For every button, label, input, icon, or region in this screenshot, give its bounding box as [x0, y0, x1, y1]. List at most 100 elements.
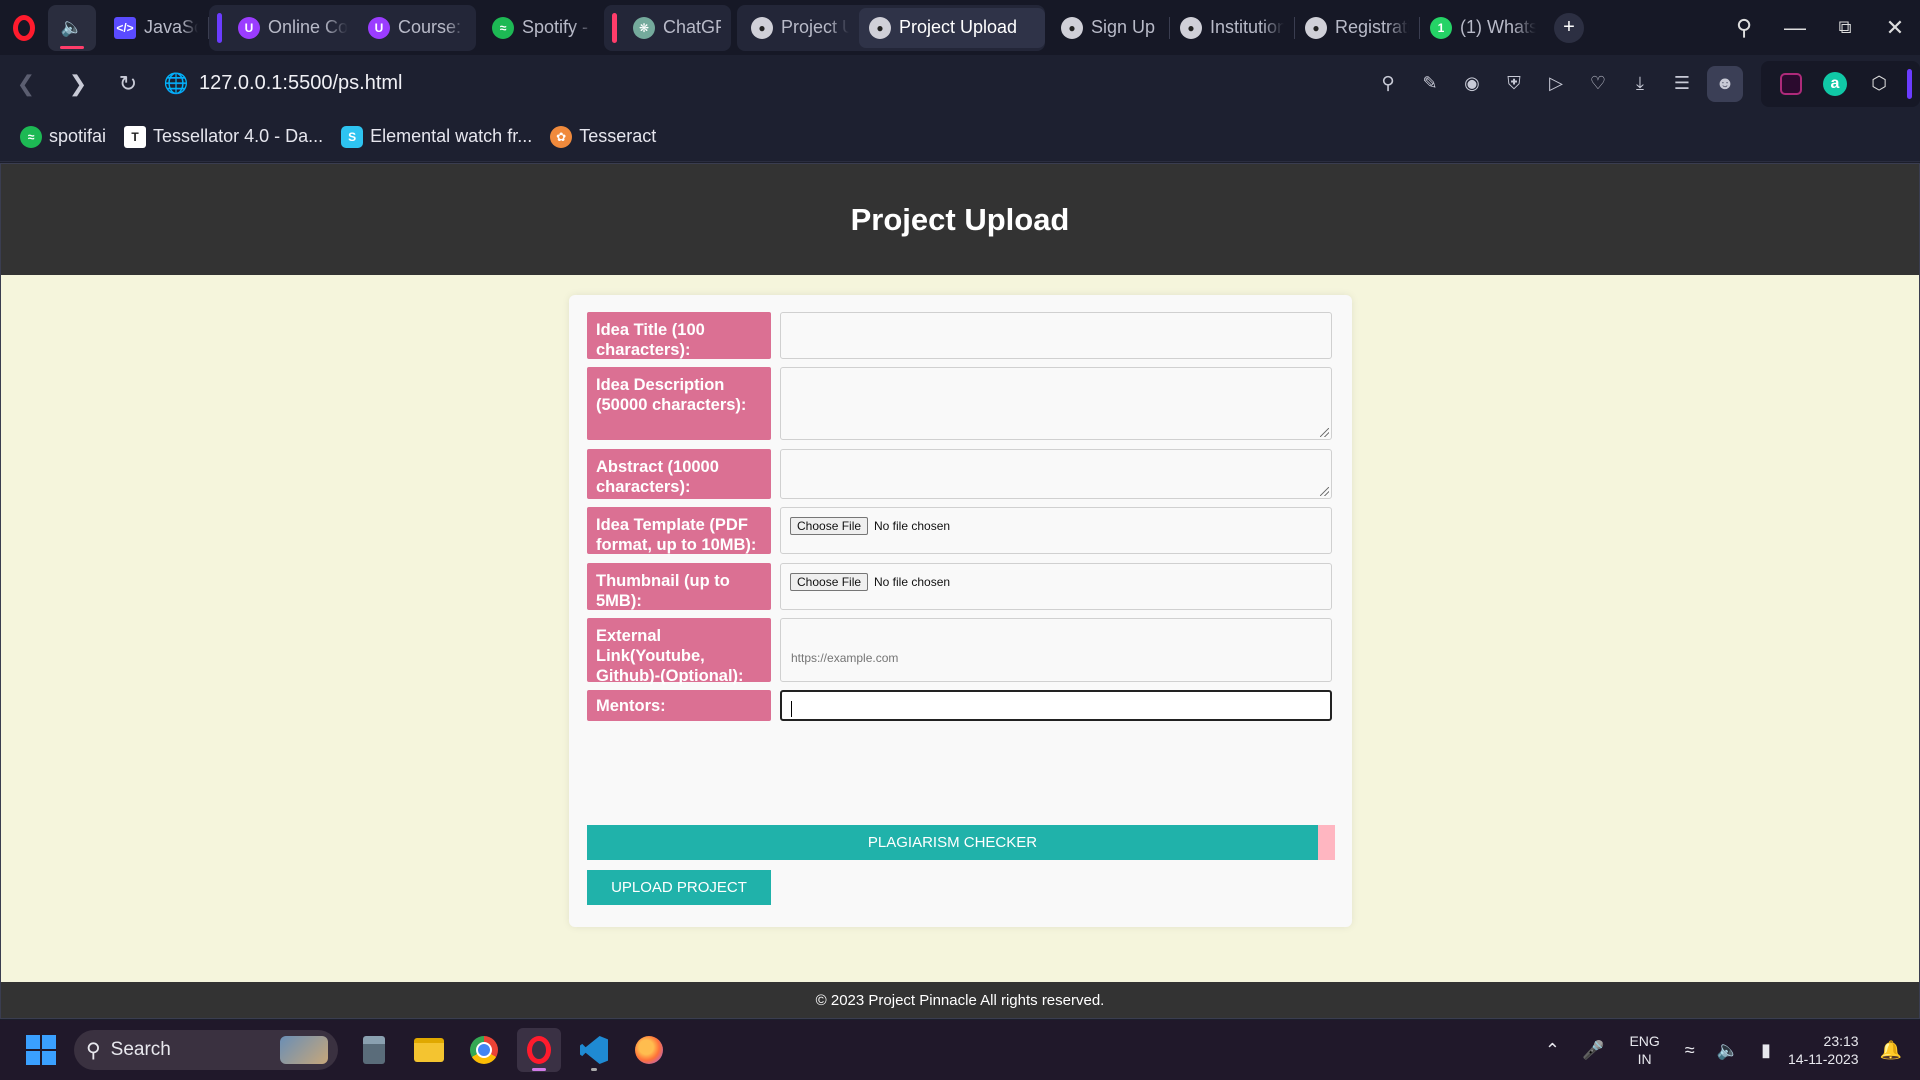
idea-description-row: Idea Description (50000 characters): [587, 367, 1337, 440]
clock[interactable]: 23:13 14-11-2023 [1788, 1032, 1859, 1068]
tab-audio-button[interactable]: 🔈 [48, 4, 96, 51]
globe-icon: ● [1180, 16, 1202, 39]
mentors-row: Mentors: [587, 690, 1337, 721]
wifi-icon[interactable]: ≈ [1685, 1040, 1695, 1061]
globe-icon: ● [869, 16, 891, 39]
external-link-placeholder: https://example.com [791, 651, 899, 665]
thumbnail-file-input: Choose File No file chosen [780, 563, 1332, 610]
extensions-cube-icon[interactable]: ⬡ [1862, 67, 1896, 101]
idea-template-file-input: Choose File No file chosen [780, 507, 1332, 554]
tab-whatsapp[interactable]: 1 (1) WhatsA [1420, 8, 1546, 48]
tab-course[interactable]: U Course: Th [358, 8, 476, 48]
start-button[interactable] [26, 1035, 56, 1065]
idea-title-input[interactable] [780, 312, 1332, 359]
plagiarism-checker-accent [1318, 825, 1335, 860]
tab-institution[interactable]: ● Institution [1170, 8, 1294, 48]
abstract-label: Abstract (10000 characters): [587, 449, 771, 499]
firefox-icon [635, 1036, 663, 1064]
tab-chatgpt[interactable]: ❋ ChatGPT [623, 8, 731, 48]
extension-a-icon[interactable]: a [1818, 67, 1852, 101]
extension-sq-icon[interactable] [1774, 67, 1808, 101]
tab-sign-up[interactable]: ● Sign Up [1051, 8, 1169, 48]
minimize-button[interactable]: — [1772, 0, 1818, 55]
web-page: Project Upload Idea Title (100 character… [0, 163, 1920, 1019]
external-link-row: External Link(Youtube, Github)-(Optional… [587, 618, 1337, 685]
page-title: Project Upload [850, 201, 1070, 237]
calculator-icon [363, 1036, 385, 1064]
taskbar-calculator[interactable] [352, 1028, 396, 1072]
resize-handle-icon[interactable] [1320, 428, 1329, 437]
microphone-icon[interactable]: 🎤 [1582, 1040, 1604, 1061]
volume-icon[interactable]: 🔈 [1717, 1040, 1739, 1061]
forward-button[interactable]: ❯ [57, 63, 99, 105]
site-info-globe-icon[interactable]: 🌐 [161, 71, 191, 96]
bookmark-elemental-watch[interactable]: S Elemental watch fr... [341, 125, 532, 148]
close-window-button[interactable]: ✕ [1872, 0, 1918, 55]
tab-javascript[interactable]: </> JavaScript [104, 8, 208, 48]
globe-icon: ● [1305, 16, 1327, 39]
mentors-input[interactable] [780, 690, 1332, 721]
chrome-icon [470, 1036, 498, 1064]
project-upload-form: Idea Title (100 characters): Idea Descri… [569, 295, 1352, 927]
send-icon[interactable]: ▷ [1535, 64, 1577, 104]
spotify-icon: ≈ [492, 16, 514, 39]
battery-icon[interactable]: ▮ [1761, 1040, 1771, 1061]
tab-online-course[interactable]: U Online Cou [228, 8, 358, 48]
u-icon: U [238, 16, 260, 39]
windows-taskbar: ⚲ Search ⌃ 🎤 ENG IN ≈ 🔈 ▮ 23:13 14-11-20… [0, 1020, 1920, 1080]
toolbar-icons: ⚲ ✎ ◉ ⛨ ▷ ♡ ⤓ ☰ ☻ a ⬡ [1367, 55, 1920, 112]
plagiarism-checker-button[interactable]: PLAGIARISM CHECKER [587, 825, 1318, 860]
opera-menu-button[interactable] [0, 0, 48, 55]
bookmark-tesseract[interactable]: ✿ Tesseract [550, 125, 656, 148]
tab-search-icon[interactable]: ⚲ [1721, 0, 1767, 55]
idea-description-textarea[interactable] [780, 367, 1332, 440]
thumbnail-label: Thumbnail (up to 5MB): [587, 563, 771, 610]
abstract-row: Abstract (10000 characters): [587, 449, 1337, 499]
upload-project-button[interactable]: UPLOAD PROJECT [587, 870, 771, 905]
idea-description-label: Idea Description (50000 characters): [587, 367, 771, 440]
notification-bell-icon[interactable]: 🔔 [1880, 1040, 1902, 1061]
taskbar-chrome[interactable] [462, 1028, 506, 1072]
chevron-up-icon[interactable]: ⌃ [1545, 1040, 1560, 1061]
back-button[interactable]: ❮ [5, 63, 47, 105]
camera-icon[interactable]: ◉ [1451, 64, 1493, 104]
u-icon: U [368, 16, 390, 39]
tab-spotify[interactable]: ≈ Spotify - W [482, 8, 604, 48]
taskbar-opera[interactable] [517, 1028, 561, 1072]
restore-button[interactable]: ⧉ [1822, 0, 1868, 55]
url-field[interactable]: 127.0.0.1:5500/ps.html [199, 72, 402, 95]
profile-icon[interactable]: ☻ [1707, 65, 1743, 102]
external-link-label: External Link(Youtube, Github)-(Optional… [587, 618, 771, 685]
new-tab-button[interactable]: + [1554, 12, 1584, 43]
tab-project-up[interactable]: ● Project Up [741, 8, 859, 48]
external-link-input[interactable]: https://example.com [780, 618, 1332, 682]
bookmark-spotifai[interactable]: ≈ spotifai [20, 125, 106, 148]
thumbnail-file-status: No file chosen [874, 575, 951, 589]
abstract-textarea[interactable] [780, 449, 1332, 499]
tab-group-courses: U Online Cou U Course: Th [209, 4, 476, 51]
language-indicator[interactable]: ENG IN [1629, 1032, 1659, 1068]
vscode-icon [580, 1036, 608, 1064]
bookmark-tessellator[interactable]: T Tessellator 4.0 - Da... [124, 125, 323, 148]
taskbar-firefox[interactable] [627, 1028, 671, 1072]
tesseract-icon: ✿ [550, 125, 573, 148]
tessellator-icon: T [124, 125, 147, 148]
heart-icon[interactable]: ♡ [1577, 64, 1619, 104]
taskbar-search-box[interactable]: ⚲ Search [74, 1030, 338, 1070]
tab-registration[interactable]: ● Registratic [1295, 8, 1419, 48]
globe-icon: ● [1061, 16, 1083, 39]
site-header: Project Upload [1, 164, 1919, 275]
easy-setup-icon[interactable]: ☰ [1661, 64, 1703, 104]
tab-project-upload[interactable]: ● Project Upload [859, 7, 1045, 48]
download-icon[interactable]: ⤓ [1619, 64, 1661, 104]
idea-template-choose-file-button[interactable]: Choose File [790, 517, 869, 535]
opera-icon [527, 1036, 551, 1064]
thumbnail-choose-file-button[interactable]: Choose File [790, 573, 869, 591]
edit-icon[interactable]: ✎ [1409, 64, 1451, 104]
resize-handle-icon[interactable] [1320, 487, 1329, 496]
shield-icon[interactable]: ⛨ [1493, 64, 1535, 104]
reload-button[interactable]: ↻ [107, 63, 149, 105]
taskbar-file-explorer[interactable] [407, 1028, 451, 1072]
search-in-page-icon[interactable]: ⚲ [1367, 64, 1409, 104]
taskbar-vscode[interactable] [572, 1028, 616, 1072]
